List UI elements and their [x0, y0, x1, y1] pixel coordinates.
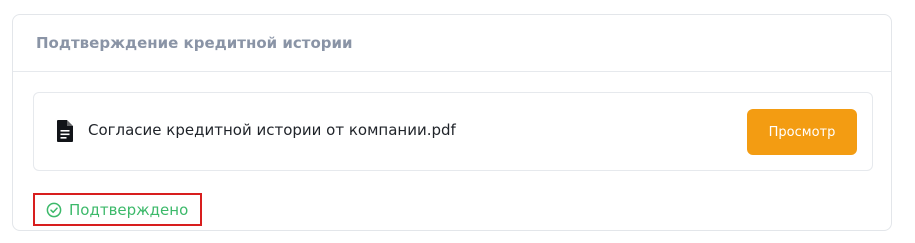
document-row: Согласие кредитной истории от компании.p… — [33, 92, 873, 171]
file-document-icon — [57, 120, 73, 142]
card-header: Подтверждение кредитной истории — [13, 15, 891, 72]
view-button[interactable]: Просмотр — [747, 109, 857, 155]
check-circle-icon — [46, 202, 62, 218]
card-title: Подтверждение кредитной истории — [36, 34, 353, 52]
status-label: Подтверждено — [69, 200, 189, 219]
credit-history-card: Подтверждение кредитной истории Согласие… — [12, 14, 892, 231]
document-file-name[interactable]: Согласие кредитной истории от компании.p… — [88, 121, 456, 139]
status-badge: Подтверждено — [33, 193, 202, 226]
